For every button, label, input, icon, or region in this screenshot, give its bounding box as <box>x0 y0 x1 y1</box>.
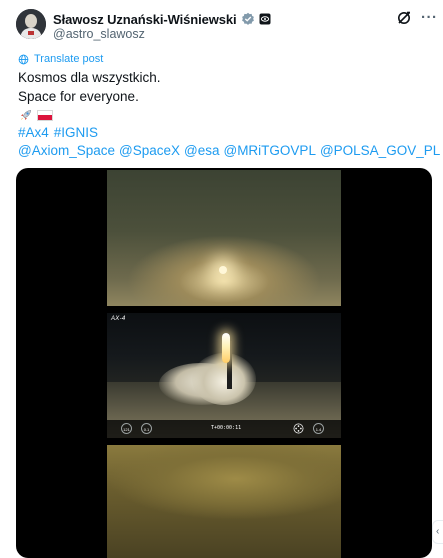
video-panel-night-launch <box>107 170 341 306</box>
mission-label: AX-4 <box>111 316 126 322</box>
hashtag-row: #Ax4 #IGNIS <box>18 124 98 141</box>
mention-link[interactable]: @esa <box>184 142 219 159</box>
post-card: Sławosz Uznański-Wiśniewski @astro_slawo… <box>0 0 443 558</box>
esa-badge-icon[interactable] <box>259 13 271 25</box>
translate-post-label: Translate post <box>34 53 104 65</box>
verified-badge-icon[interactable] <box>241 12 255 26</box>
mention-row: @Axiom_Space @SpaceX @esa @MRiTGOVPL @PO… <box>18 142 440 159</box>
telemetry-hud: 121 0.1 T+00:00:11 1.4 <box>107 420 341 438</box>
scroll-edge-button[interactable]: ‹ <box>432 520 443 544</box>
engine-status-icon <box>293 423 304 434</box>
astronaut-avatar-icon <box>16 9 46 39</box>
grok-icon[interactable] <box>396 10 412 26</box>
more-options-button[interactable]: ··· <box>421 9 438 26</box>
post-text-line-1: Kosmos dla wszystkich. <box>18 70 161 85</box>
translate-post-link[interactable]: Translate post <box>18 53 103 65</box>
mention-link[interactable]: @SpaceX <box>119 142 180 159</box>
altitude-gauge: 0.1 <box>141 423 152 434</box>
avatar[interactable] <box>16 9 46 39</box>
hashtag-link[interactable]: #Ax4 <box>18 124 49 141</box>
rocket-flame <box>222 333 230 363</box>
translate-icon <box>18 54 29 64</box>
stage-gauge: 1.4 <box>313 423 324 434</box>
speed-gauge: 121 <box>121 423 132 434</box>
post-emoji-line <box>18 107 53 123</box>
mention-link[interactable]: @POLSA_GOV_PL <box>320 142 440 159</box>
hashtag-link[interactable]: #IGNIS <box>54 124 98 141</box>
mission-timer: T+00:00:11 <box>211 425 242 431</box>
chevron-left-icon: ‹ <box>436 526 440 537</box>
post-media-video[interactable]: AX-4 121 0.1 T+00:00:11 1.4 <box>16 168 432 558</box>
mention-link[interactable]: @Axiom_Space <box>18 142 115 159</box>
author-handle[interactable]: @astro_slawosz <box>53 27 145 41</box>
rocket-emoji-icon <box>20 109 31 120</box>
author-name-row: Sławosz Uznański-Wiśniewski <box>53 11 271 27</box>
post-text-line-2: Space for everyone. <box>18 89 139 104</box>
launch-glow <box>219 266 227 274</box>
video-panel-launch-pad: AX-4 121 0.1 T+00:00:11 1.4 <box>107 313 341 438</box>
poland-flag-emoji-icon <box>37 109 53 121</box>
mention-link[interactable]: @MRiTGOVPL <box>223 142 315 159</box>
author-display-name[interactable]: Sławosz Uznański-Wiśniewski <box>53 12 237 27</box>
video-panel-ascent <box>107 445 341 558</box>
